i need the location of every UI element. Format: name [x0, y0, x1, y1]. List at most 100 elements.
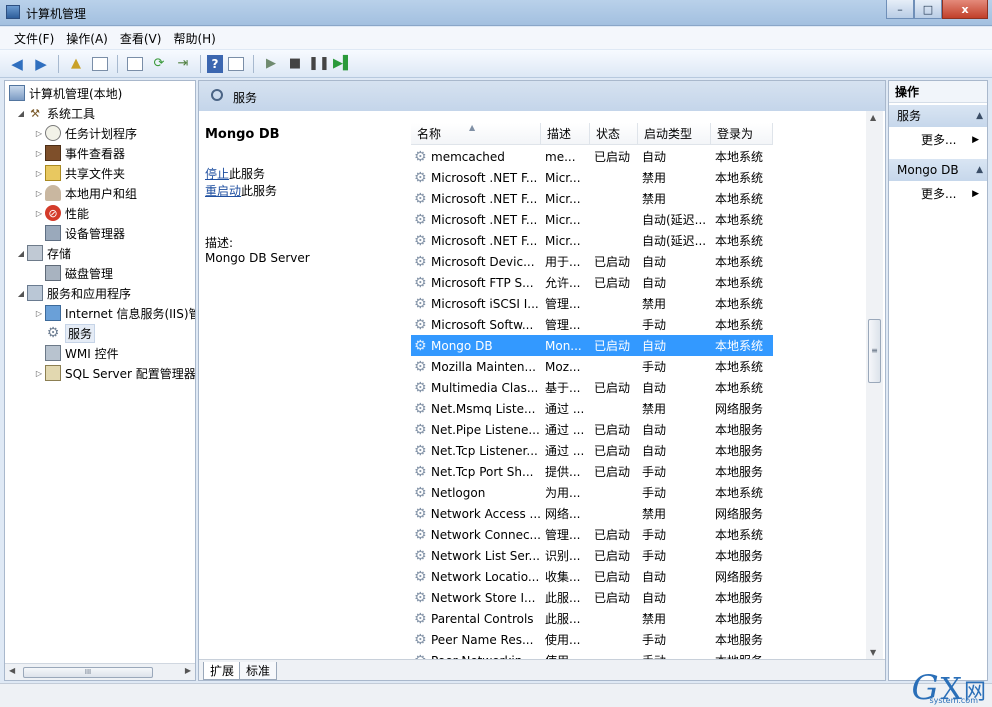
back-arrow-icon[interactable]: ◀	[6, 53, 28, 75]
tree-item-sql-config[interactable]: ▷ SQL Server 配置管理器	[33, 363, 195, 383]
service-logon-cell: 本地系统	[715, 381, 764, 395]
tree-item-storage[interactable]: ◢ 存储	[15, 243, 71, 263]
expand-arrow-icon[interactable]: ▷	[33, 189, 45, 198]
action-pane-toggle-icon[interactable]	[225, 53, 247, 75]
restart-service-link[interactable]: 重启动	[205, 184, 241, 198]
tree-item-device-manager[interactable]: 设备管理器	[45, 223, 125, 243]
service-row[interactable]: ⚙ Microsoft .NET F... Micr... 自动(延迟... 本地系统	[411, 230, 773, 251]
scrollbar-thumb[interactable]: ≡	[868, 319, 881, 383]
tree-item-system-tools[interactable]: ◢ ⚒ 系统工具	[15, 103, 95, 123]
service-row[interactable]: ⚙ Multimedia Clas... 基于... 已启动 自动 本地系统	[411, 377, 773, 398]
scroll-up-arrow-icon[interactable]: ▲	[870, 113, 876, 122]
service-row[interactable]: ⚙ Parental Controls 此服... 禁用 本地服务	[411, 608, 773, 629]
service-row[interactable]: ⚙ Microsoft iSCSI I... 管理... 禁用 本地系统	[411, 293, 773, 314]
service-description-cell: 基于...	[545, 381, 581, 395]
scrollbar-thumb[interactable]: III	[23, 667, 153, 678]
tree-item-disk-management[interactable]: 磁盘管理	[45, 263, 113, 283]
service-name: Multimedia Clas...	[431, 380, 539, 395]
restart-service-icon[interactable]: ▶▌	[332, 53, 354, 75]
menu-view[interactable]: 查看(V)	[114, 30, 168, 47]
column-header-label: 名称	[417, 127, 442, 141]
help-icon[interactable]: ?	[207, 54, 223, 73]
column-header-startup-type[interactable]: 启动类型	[638, 123, 711, 145]
tree-item-services[interactable]: ⚙ 服务	[45, 323, 96, 343]
service-row[interactable]: ⚙ Net.Tcp Listener... 通过 ... 已启动 自动 本地服务	[411, 440, 773, 461]
menu-help[interactable]: 帮助(H)	[167, 30, 221, 47]
collapse-up-icon[interactable]: ▲	[976, 105, 983, 127]
service-name: Microsoft .NET F...	[431, 170, 538, 185]
minimize-button[interactable]: –	[886, 0, 914, 19]
service-row[interactable]: ⚙ Net.Msmq Liste... 通过 ... 禁用 网络服务	[411, 398, 773, 419]
expand-arrow-icon[interactable]: ▷	[33, 149, 45, 158]
refresh-icon[interactable]: ⟳	[148, 53, 170, 75]
tree-item-iis[interactable]: ▷ Internet 信息服务(IIS)管	[33, 303, 195, 323]
service-row[interactable]: ⚙ Network Store I... 此服... 已启动 自动 本地服务	[411, 587, 773, 608]
tab-standard[interactable]: 标准	[239, 662, 278, 680]
actions-more-mongodb[interactable]: 更多... ▶	[889, 183, 987, 205]
services-vertical-scrollbar[interactable]: ▲ ≡ ▼	[866, 111, 883, 659]
column-header-status[interactable]: 状态	[590, 123, 638, 145]
stop-service-link[interactable]: 停止	[205, 167, 229, 181]
service-logon-cell: 本地服务	[715, 444, 764, 458]
actions-section-mongodb[interactable]: Mongo DB ▲	[889, 159, 987, 181]
collapse-arrow-icon[interactable]: ◢	[15, 289, 27, 298]
service-row[interactable]: ⚙ memcached me... 已启动 自动 本地系统	[411, 146, 773, 167]
service-row[interactable]: ⚙ Microsoft .NET F... Micr... 禁用 本地系统	[411, 188, 773, 209]
properties-icon[interactable]	[124, 53, 146, 75]
actions-more-services[interactable]: 更多... ▶	[889, 129, 987, 151]
menu-file[interactable]: 文件(F)	[8, 30, 60, 47]
scroll-down-arrow-icon[interactable]: ▼	[870, 648, 876, 657]
tree-item-services-apps[interactable]: ◢ 服务和应用程序	[15, 283, 131, 303]
service-row[interactable]: ⚙ Microsoft Devic... 用于... 已启动 自动 本地系统	[411, 251, 773, 272]
column-header-name[interactable]: ▲ 名称	[411, 123, 541, 145]
service-row[interactable]: ⚙ Network Connec... 管理... 已启动 手动 本地系统	[411, 524, 773, 545]
service-row[interactable]: ⚙ Netlogon 为用... 手动 本地系统	[411, 482, 773, 503]
expand-arrow-icon[interactable]: ▷	[33, 169, 45, 178]
service-name: Microsoft .NET F...	[431, 191, 538, 206]
service-row[interactable]: ⚙ Network List Ser... 识别... 已启动 手动 本地服务	[411, 545, 773, 566]
scroll-left-arrow-icon[interactable]: ◀	[9, 666, 15, 675]
column-header-logon-as[interactable]: 登录为	[711, 123, 773, 145]
tree-item-task-scheduler[interactable]: ▷ 任务计划程序	[33, 123, 137, 143]
tree-item-local-users[interactable]: ▷ 本地用户和组	[33, 183, 137, 203]
start-service-icon[interactable]: ▶	[260, 53, 282, 75]
tab-extended[interactable]: 扩展	[203, 662, 242, 680]
tree-item-shared-folders[interactable]: ▷ 共享文件夹	[33, 163, 125, 183]
expand-arrow-icon[interactable]: ▷	[33, 369, 45, 378]
pause-service-icon[interactable]: ❚❚	[308, 53, 330, 75]
service-startup-type-cell: 自动	[642, 444, 667, 458]
show-hide-tree-icon[interactable]	[89, 53, 111, 75]
tree-item-wmi[interactable]: WMI 控件	[45, 343, 119, 363]
service-row[interactable]: ⚙ Microsoft .NET F... Micr... 自动(延迟... 本地系统	[411, 209, 773, 230]
export-list-icon[interactable]: ⇥	[172, 53, 194, 75]
actions-section-services[interactable]: 服务 ▲	[889, 105, 987, 127]
collapse-arrow-icon[interactable]: ◢	[15, 249, 27, 258]
service-row[interactable]: ⚙ Peer Name Res... 使用... 手动 本地服务	[411, 629, 773, 650]
service-row[interactable]: ⚙ Net.Pipe Listene... 通过 ... 已启动 自动 本地服务	[411, 419, 773, 440]
expand-arrow-icon[interactable]: ▷	[33, 129, 45, 138]
service-row[interactable]: ⚙ Microsoft .NET F... Micr... 禁用 本地系统	[411, 167, 773, 188]
service-row[interactable]: ⚙ Microsoft Softw... 管理... 手动 本地系统	[411, 314, 773, 335]
tree-item-performance[interactable]: ▷ ⊘ 性能	[33, 203, 89, 223]
service-row[interactable]: ⚙ Network Access ... 网络... 禁用 网络服务	[411, 503, 773, 524]
service-row[interactable]: ⚙ Mongo DB Mon... 已启动 自动 本地系统	[411, 335, 773, 356]
stop-service-icon[interactable]: ■	[284, 53, 306, 75]
menu-action[interactable]: 操作(A)	[60, 30, 114, 47]
service-row[interactable]: ⚙ Microsoft FTP S... 允许... 已启动 自动 本地系统	[411, 272, 773, 293]
maximize-button[interactable]: □	[914, 0, 942, 19]
expand-arrow-icon[interactable]: ▷	[33, 209, 45, 218]
scroll-right-arrow-icon[interactable]: ▶	[185, 666, 191, 675]
expand-arrow-icon[interactable]: ▷	[33, 309, 45, 318]
tree-root[interactable]: 计算机管理(本地)	[9, 83, 122, 103]
up-folder-icon[interactable]: ▲	[65, 53, 87, 75]
service-row[interactable]: ⚙ Net.Tcp Port Sh... 提供... 已启动 手动 本地服务	[411, 461, 773, 482]
tree-horizontal-scrollbar[interactable]: ◀ III ▶	[5, 663, 195, 680]
collapse-up-icon[interactable]: ▲	[976, 159, 983, 181]
tree-item-event-viewer[interactable]: ▷ 事件查看器	[33, 143, 125, 163]
service-row[interactable]: ⚙ Network Locatio... 收集... 已启动 自动 网络服务	[411, 566, 773, 587]
column-header-description[interactable]: 描述	[541, 123, 590, 145]
collapse-arrow-icon[interactable]: ◢	[15, 109, 27, 118]
close-button[interactable]: x	[942, 0, 988, 19]
forward-arrow-icon[interactable]: ▶	[30, 53, 52, 75]
service-row[interactable]: ⚙ Mozilla Mainten... Moz... 手动 本地系统	[411, 356, 773, 377]
